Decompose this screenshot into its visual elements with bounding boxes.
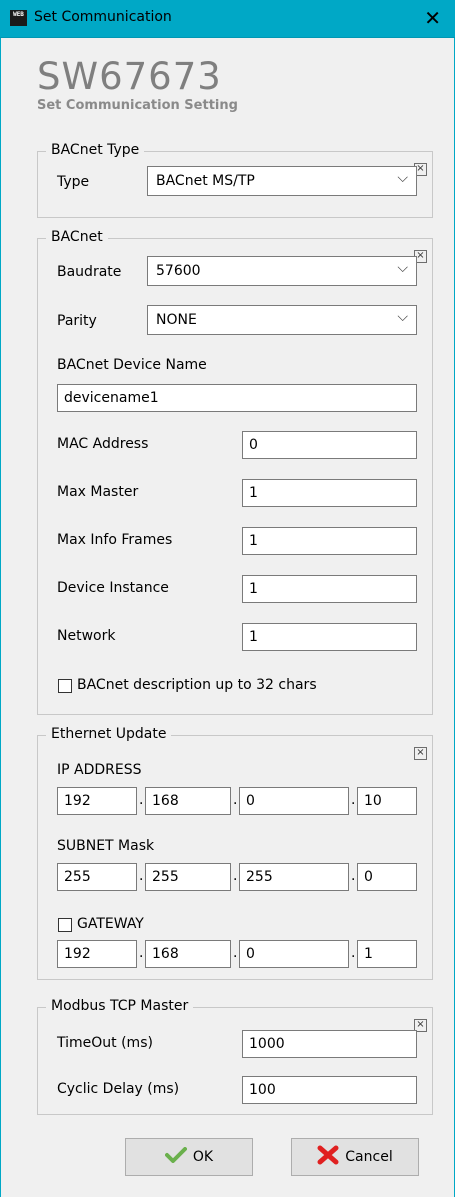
subnet-octet-1[interactable]: 255 xyxy=(57,863,137,891)
type-select-value: BACnet MS/TP xyxy=(156,173,255,189)
collapse-icon[interactable]: × xyxy=(414,747,427,760)
ok-button[interactable]: OK xyxy=(125,1138,253,1176)
device-name-input[interactable]: devicename1 xyxy=(57,384,417,412)
gateway-octet-2[interactable]: 168 xyxy=(145,940,231,968)
subnet-octet-4[interactable]: 0 xyxy=(357,863,417,891)
cancel-button-label: Cancel xyxy=(345,1149,393,1165)
chevron-down-icon: ⌵ xyxy=(397,260,408,276)
subnet-octet-3[interactable]: 255 xyxy=(239,863,349,891)
network-input[interactable]: 1 xyxy=(242,623,417,651)
type-label: Type xyxy=(57,174,90,190)
max-master-label: Max Master xyxy=(57,484,139,500)
parity-select[interactable]: NONE ⌵ xyxy=(147,305,417,335)
cyclic-delay-label: Cyclic Delay (ms) xyxy=(57,1081,180,1097)
ip-address-label: IP ADDRESS xyxy=(57,762,142,778)
ip-octet-1[interactable]: 192 xyxy=(57,787,137,815)
gateway-separator: . xyxy=(233,945,238,961)
mac-address-input[interactable]: 0 xyxy=(242,431,417,459)
window-title: Set Communication xyxy=(34,9,172,25)
mac-address-label: MAC Address xyxy=(57,436,149,452)
subnet-separator: . xyxy=(351,868,356,884)
description-checkbox-label: BACnet description up to 32 chars xyxy=(77,677,317,693)
window-border-left xyxy=(0,38,1,1197)
chevron-down-icon: ⌵ xyxy=(397,309,408,325)
cyclic-delay-input[interactable]: 100 xyxy=(242,1076,417,1104)
gateway-checkbox[interactable] xyxy=(58,918,72,932)
timeout-label: TimeOut (ms) xyxy=(57,1035,153,1051)
baudrate-select[interactable]: 57600 ⌵ xyxy=(147,256,417,286)
ip-separator: . xyxy=(351,792,356,808)
subnet-octet-2[interactable]: 255 xyxy=(145,863,231,891)
product-code: SW67673 xyxy=(37,55,222,98)
baudrate-select-value: 57600 xyxy=(156,263,201,279)
group-legend: Ethernet Update xyxy=(46,726,172,742)
device-instance-label: Device Instance xyxy=(57,580,169,596)
group-legend: Modbus TCP Master xyxy=(46,998,194,1014)
ip-octet-4[interactable]: 10 xyxy=(357,787,417,815)
close-icon[interactable]: ✕ xyxy=(424,6,441,30)
device-instance-input[interactable]: 1 xyxy=(242,575,417,603)
gateway-separator: . xyxy=(139,945,144,961)
title-bar: WEB Set Communication ✕ xyxy=(0,0,455,38)
parity-label: Parity xyxy=(57,313,97,329)
app-icon: WEB xyxy=(10,10,27,26)
max-master-input[interactable]: 1 xyxy=(242,479,417,507)
gateway-separator: . xyxy=(351,945,356,961)
ip-octet-2[interactable]: 168 xyxy=(145,787,231,815)
gateway-label: GATEWAY xyxy=(77,916,144,932)
baudrate-label: Baudrate xyxy=(57,264,122,280)
ip-separator: . xyxy=(233,792,238,808)
gateway-octet-1[interactable]: 192 xyxy=(57,940,137,968)
page-subtitle: Set Communication Setting xyxy=(37,98,238,113)
timeout-input[interactable]: 1000 xyxy=(242,1030,417,1058)
device-name-label: BACnet Device Name xyxy=(57,357,207,373)
description-checkbox[interactable] xyxy=(58,679,72,693)
ip-octet-3[interactable]: 0 xyxy=(239,787,349,815)
cancel-button[interactable]: Cancel xyxy=(291,1138,419,1176)
max-info-frames-label: Max Info Frames xyxy=(57,532,173,548)
subnet-separator: . xyxy=(233,868,238,884)
cancel-x-icon xyxy=(317,1145,339,1169)
group-legend: BACnet Type xyxy=(46,142,145,158)
subnet-mask-label: SUBNET Mask xyxy=(57,838,155,854)
ok-button-label: OK xyxy=(192,1149,214,1165)
parity-select-value: NONE xyxy=(156,312,197,328)
ip-separator: . xyxy=(139,792,144,808)
group-legend: BACnet xyxy=(46,229,108,245)
max-info-frames-input[interactable]: 1 xyxy=(242,527,417,555)
chevron-down-icon: ⌵ xyxy=(397,170,408,186)
subnet-separator: . xyxy=(139,868,144,884)
gateway-octet-4[interactable]: 1 xyxy=(357,940,417,968)
type-select[interactable]: BACnet MS/TP ⌵ xyxy=(147,166,417,196)
checkmark-icon xyxy=(164,1147,187,1167)
network-label: Network xyxy=(57,628,116,644)
gateway-octet-3[interactable]: 0 xyxy=(239,940,349,968)
